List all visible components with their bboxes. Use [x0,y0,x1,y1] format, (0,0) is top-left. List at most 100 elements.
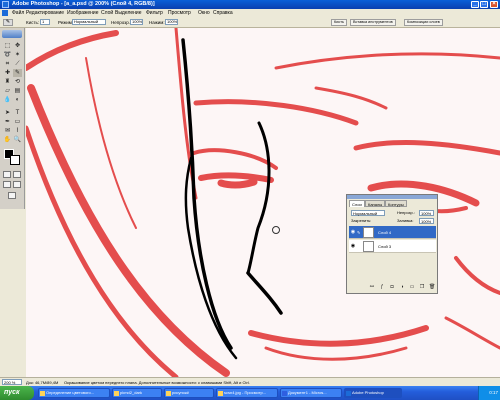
menu-view[interactable]: Просмотр [168,10,191,16]
flow-input[interactable]: 100% [165,19,178,25]
layers-opacity-input[interactable]: 100% [419,210,434,216]
type-tool-icon[interactable]: T [13,109,22,117]
menu-select[interactable]: Выделение [115,10,142,16]
quickmask-mode-icon[interactable] [13,171,21,178]
layers-panel-titlebar[interactable] [347,195,437,199]
eyedropper-icon[interactable]: ⌇ [13,127,22,135]
minimize-button[interactable]: _ [471,1,479,8]
menu-window[interactable]: Окно [198,10,210,16]
palette-tab-brushes[interactable]: Кисть [331,19,347,26]
move-tool-icon[interactable]: ✥ [13,42,22,50]
gradient-tool-icon[interactable]: ▤ [13,87,22,95]
visibility-eye-icon[interactable]: ◉ [350,229,356,236]
flow-label: Нажим: [149,20,165,25]
layers-panel: Слои Каналы Контуры Нормальный Непрозр.:… [346,194,438,294]
fill-label: Заливка: [397,218,414,223]
folder-icon [114,391,119,396]
blend-mode-select[interactable]: Нормальный [351,210,385,216]
layer-name: Слой 4 [378,230,392,235]
window-title: Adobe Photoshop - [a_a.psd @ 200% (Слой … [12,1,155,7]
screen-mode-full-icon[interactable] [13,181,21,188]
layers-opacity-label: Непрозр.: [397,210,415,215]
taskbar-button-active[interactable]: Adobe Photoshop [344,388,402,398]
blur-tool-icon[interactable]: 💧 [3,96,12,104]
standard-mode-icon[interactable] [3,171,11,178]
layer-thumbnail [363,227,374,238]
photoshop-icon [346,391,351,396]
layer-row-active[interactable]: ◉ ✎ Слой 4 [349,226,436,239]
tab-paths[interactable]: Контуры [385,200,407,207]
mode-label: Режим: [58,20,74,25]
status-hint-text: Окрашивание цветом переднего плана. Допо… [64,380,250,385]
dodge-tool-icon[interactable]: ◐ [13,96,22,104]
word-icon [282,391,287,396]
visibility-eye-icon[interactable]: ◉ [350,243,356,250]
palette-tab-tool-presets[interactable]: Вставка инструментов [350,19,396,26]
taskbar-button[interactable]: Документ1 - Micros... [280,388,342,398]
close-button[interactable]: × [490,1,498,8]
tab-channels[interactable]: Каналы [365,200,386,207]
maximize-button[interactable]: □ [480,1,488,8]
taskbar-button[interactable]: Определение цветового... [38,388,110,398]
layer-row[interactable]: ◉ Слой 3 [349,240,436,253]
menu-layer[interactable]: Слой [101,10,113,16]
brush-label: Кисть: [26,20,40,25]
new-layer-icon[interactable]: ❐ [419,284,425,290]
crop-tool-icon[interactable]: ⌗ [3,60,12,68]
taskbar-button[interactable]: риcунок# [164,388,214,398]
fill-input[interactable]: 100% [419,218,434,224]
hand-tool-icon[interactable]: ✋ [3,136,12,144]
brush-size-picker[interactable]: 1 [40,19,50,25]
menu-image[interactable]: Изображение [67,10,99,16]
adjustment-layer-icon[interactable]: ◑ [399,284,405,290]
healing-brush-icon[interactable]: ✚ [3,69,12,77]
trash-icon[interactable]: 🗑 [429,284,435,290]
black-lineart [181,38,283,360]
opacity-input[interactable]: 100% [130,19,143,25]
marquee-tool-icon[interactable]: ⬚ [3,42,12,50]
status-bar: 200 % Док: 46,7M/89,4M Окрашивание цвето… [0,377,500,386]
sketch-brow-left [193,99,359,126]
brush-preset-icon[interactable]: ✎ [3,19,13,26]
ps-logo-icon [2,10,8,16]
sketch-brow-right [353,140,500,156]
path-selection-icon[interactable]: ➤ [3,109,12,117]
taskbar-button[interactable]: scsn4.jpg - Просмотр... [216,388,278,398]
shape-tool-icon[interactable]: ▭ [13,118,22,126]
mode-select[interactable]: Нормальный [72,19,106,25]
clone-stamp-icon[interactable]: ♜ [3,78,12,86]
link-layers-icon[interactable]: ⚯ [369,284,375,290]
menu-filter[interactable]: Фильтр [146,10,163,16]
brush-cursor [272,226,280,234]
history-brush-icon[interactable]: ⟲ [13,78,22,86]
lasso-tool-icon[interactable]: ➰ [3,51,12,59]
menu-help[interactable]: Справка [213,10,233,16]
taskbar-button[interactable]: pkmd2_dark [112,388,162,398]
jump-to-imageready-icon[interactable] [8,192,16,199]
zoom-level-field[interactable]: 200 % [2,379,22,385]
windows-taskbar: пуск Определение цветового... pkmd2_dark… [0,386,500,400]
zoom-tool-icon[interactable]: 🔍 [13,136,22,144]
layer-brush-icon: ✎ [357,230,361,235]
notes-tool-icon[interactable]: ✉ [3,127,12,135]
title-bar: Adobe Photoshop - [a_a.psd @ 200% (Слой … [0,0,500,9]
tab-layers[interactable]: Слои [349,200,365,207]
slice-tool-icon[interactable]: ⟋ [13,60,22,68]
screen-mode-standard-icon[interactable] [3,181,11,188]
new-group-icon[interactable]: ▭ [409,284,415,290]
layer-name: Слой 3 [378,244,392,249]
palette-tab-layer-comps[interactable]: Композиции слоев [404,19,443,26]
menu-file[interactable]: Файл [12,10,24,16]
eraser-tool-icon[interactable]: ▱ [3,87,12,95]
menu-bar: Файл Редактирование Изображение Слой Выд… [0,9,500,17]
layer-mask-icon[interactable]: ◘ [389,284,395,290]
brush-tool-icon[interactable]: ✎ [13,69,22,77]
pen-tool-icon[interactable]: ✒ [3,118,12,126]
menu-edit[interactable]: Редактирование [26,10,64,16]
background-color-swatch[interactable] [10,155,20,165]
start-button[interactable]: пуск [0,386,34,400]
image-viewer-icon [218,391,223,396]
magic-wand-icon[interactable]: ✶ [13,51,22,59]
layer-style-icon[interactable]: ƒ [379,284,385,290]
photoshop-app-icon [2,1,9,8]
